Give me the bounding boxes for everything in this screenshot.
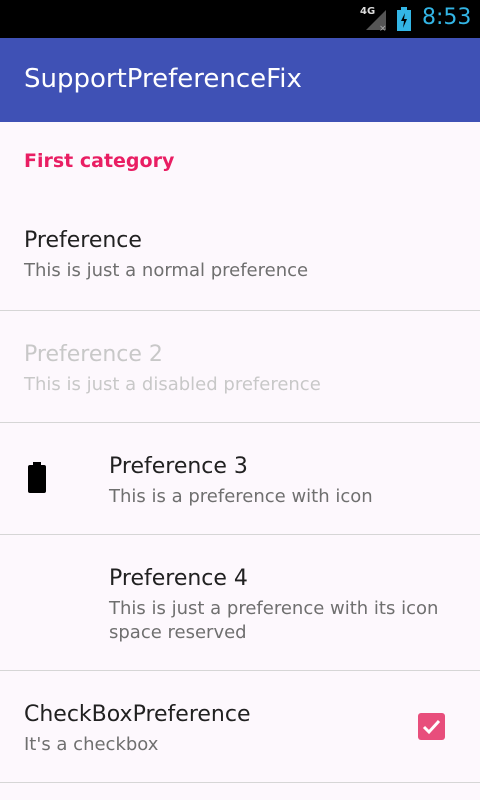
preference-summary: It's a checkbox <box>24 734 159 755</box>
preference-summary: This is just a preference with its icon … <box>109 598 439 643</box>
preference-summary: This is just a normal preference <box>24 260 309 281</box>
signal-strength-icon: × <box>366 10 387 32</box>
status-bar: 4G × 8:53 <box>0 0 480 38</box>
preference-title: Preference 3 <box>109 454 248 479</box>
app-bar: SupportPreferenceFix <box>0 38 480 122</box>
checkmark-icon <box>422 719 441 735</box>
preference-item-disabled: Preference 2 This is just a disabled pre… <box>0 311 480 423</box>
svg-text:×: × <box>379 24 387 32</box>
preference-title: Preference 4 <box>109 566 248 591</box>
checkbox-preference[interactable]: CheckBoxPreference It's a checkbox <box>0 671 480 783</box>
preference-title: CheckBoxPreference <box>24 702 251 727</box>
preference-item[interactable]: Preference This is just a normal prefere… <box>0 196 480 311</box>
preference-title: Preference 2 <box>24 342 163 367</box>
status-clock: 8:53 <box>422 5 472 30</box>
battery-icon <box>28 462 46 493</box>
battery-charging-icon <box>397 7 411 31</box>
preference-summary: This is a preference with icon <box>109 486 373 507</box>
app-title: SupportPreferenceFix <box>24 64 302 94</box>
checkbox[interactable] <box>418 713 445 740</box>
category-title: First category <box>24 150 175 172</box>
preference-title: Preference <box>24 228 142 253</box>
preference-item[interactable]: Preference 4 This is just a preference w… <box>0 535 480 671</box>
preference-summary: This is just a disabled preference <box>24 374 321 395</box>
preference-item-with-icon[interactable]: Preference 3 This is a preference with i… <box>0 423 480 535</box>
network-signal-icon: 4G × <box>360 6 390 32</box>
